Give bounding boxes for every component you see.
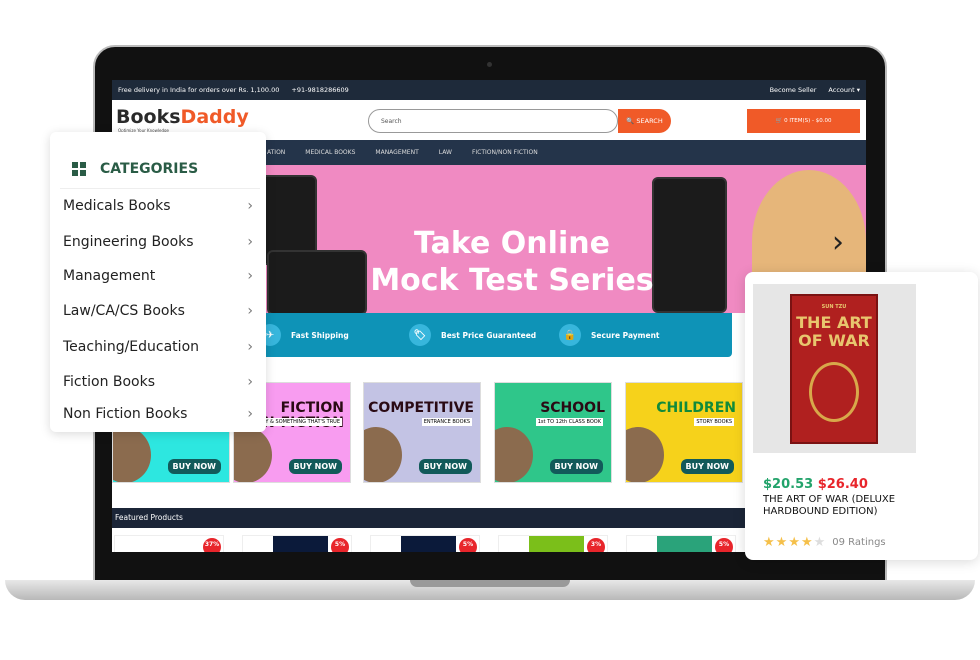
book-cover: SUN TZU THE ART OF WAR	[790, 294, 878, 444]
tile-subtitle: ENTRANCE BOOKS	[421, 418, 472, 426]
phone-link[interactable]: +91-9818286609	[291, 86, 348, 94]
top-bar: Free delivery in India for orders over R…	[112, 80, 866, 100]
category-item[interactable]: Medicals Books ›	[63, 198, 253, 214]
delivery-text: Free delivery in India for orders over R…	[118, 86, 280, 94]
star-rating-icon: ★★★★★	[763, 535, 826, 550]
feature-item: 🏷 Best Price Guaranteed	[405, 324, 555, 346]
camera	[487, 62, 492, 67]
laptop-notch	[410, 580, 570, 587]
category-tile[interactable]: CHILDREN STORY BOOKS BUY NOW	[625, 382, 743, 483]
chevron-right-icon: ›	[247, 406, 253, 422]
product-item[interactable]: 37%	[114, 535, 224, 552]
tile-image	[626, 427, 664, 482]
product-image[interactable]: SUN TZU THE ART OF WAR	[753, 284, 916, 453]
product-card[interactable]: SUN TZU THE ART OF WAR $20.53 $26.40 THE…	[745, 272, 978, 560]
product-item[interactable]: 5%	[626, 535, 736, 552]
category-item[interactable]: Fiction Books ›	[63, 374, 253, 390]
nav-item[interactable]: ATION	[267, 149, 285, 156]
category-item[interactable]: Non Fiction Books ›	[63, 406, 253, 422]
buy-now-button[interactable]: BUY NOW	[288, 459, 342, 474]
account-menu[interactable]: Account ▾	[828, 86, 860, 94]
tile-image	[113, 427, 151, 482]
discount-badge: 37%	[203, 538, 221, 552]
tile-title: COMPETITIVE	[368, 400, 474, 416]
rating: ★★★★★ 09 Ratings	[763, 535, 886, 550]
nav-item-medical[interactable]: MEDICAL BOOKS	[305, 149, 355, 156]
laptop-image	[267, 250, 367, 315]
dragon-emblem	[809, 362, 859, 422]
product-item[interactable]: 3%	[498, 535, 608, 552]
feature-item: 🔒 Secure Payment	[555, 324, 705, 346]
category-item[interactable]: Management ›	[63, 268, 253, 284]
discount-badge: 5%	[331, 538, 349, 552]
chevron-right-icon: ›	[247, 374, 253, 390]
become-seller-link[interactable]: Become Seller	[770, 86, 817, 94]
category-tile[interactable]: SCHOOL 1st TO 12th CLASS BOOK BUY NOW	[494, 382, 612, 483]
next-arrow[interactable]: ›	[832, 225, 844, 260]
tag-icon: 🏷	[409, 324, 431, 346]
features-strip: ✈ Fast Shipping 🏷 Best Price Guaranteed 🔒 S…	[255, 313, 732, 357]
discount-badge: 3%	[587, 538, 605, 552]
discount-badge: 5%	[459, 538, 477, 552]
divider	[60, 188, 260, 189]
nav-item-fiction[interactable]: FICTION/NON FICTION	[472, 149, 538, 156]
tile-title: CHILDREN	[656, 400, 736, 416]
banner-title: Take Online Mock Test Series	[370, 226, 654, 298]
buy-now-button[interactable]: BUY NOW	[418, 459, 472, 474]
buy-now-button[interactable]: BUY NOW	[680, 459, 734, 474]
feature-item: ✈ Fast Shipping	[255, 324, 405, 346]
buy-now-button[interactable]: BUY NOW	[549, 459, 603, 474]
buy-now-button[interactable]: BUY NOW	[167, 459, 221, 474]
chevron-right-icon: ›	[247, 198, 253, 214]
star-icon: ★	[800, 535, 814, 550]
product-thumb	[145, 536, 200, 552]
tile-subtitle: STORY BOOKS	[694, 418, 734, 426]
product-thumb	[529, 536, 584, 552]
star-icon: ★	[763, 535, 776, 550]
grid-icon	[72, 162, 86, 176]
chevron-right-icon: ›	[247, 339, 253, 355]
categories-header: CATEGORIES	[72, 161, 198, 177]
category-item[interactable]: Teaching/Education ›	[63, 339, 253, 355]
cart-button[interactable]: 🛒 0 ITEM(S) - $0.00	[747, 109, 860, 133]
product-thumb	[657, 536, 712, 552]
categories-panel: CATEGORIES Medicals Books › Engineering Bo…	[50, 132, 266, 432]
product-item[interactable]: 5%	[370, 535, 480, 552]
chevron-right-icon: ›	[247, 303, 253, 319]
tile-image	[234, 427, 272, 482]
nav-item-law[interactable]: LAW	[439, 149, 452, 156]
star-icon: ★	[788, 535, 801, 550]
tile-image	[364, 427, 402, 482]
lock-icon: 🔒	[559, 324, 581, 346]
nav-item-management[interactable]: MANAGEMENT	[375, 149, 418, 156]
product-item[interactable]: 5%	[242, 535, 352, 552]
phone-image	[652, 177, 727, 313]
chevron-right-icon: ›	[247, 268, 253, 284]
discount-badge: 5%	[715, 538, 733, 552]
star-icon: ★	[775, 535, 789, 550]
logo[interactable]: BooksDaddy	[116, 106, 249, 128]
chevron-right-icon: ›	[247, 234, 253, 250]
tile-image	[495, 427, 533, 482]
star-icon: ★	[813, 535, 827, 550]
tile-subtitle: 1st TO 12th CLASS BOOK	[535, 418, 603, 426]
product-thumb	[273, 536, 328, 552]
category-item[interactable]: Engineering Books ›	[63, 234, 253, 250]
tile-title: SCHOOL	[540, 400, 605, 416]
search-button[interactable]: 🔍 SEARCH	[618, 109, 671, 133]
category-item[interactable]: Law/CA/CS Books ›	[63, 303, 253, 319]
search-input[interactable]: Search	[368, 109, 618, 133]
category-tile[interactable]: COMPETITIVE ENTRANCE BOOKS BUY NOW	[363, 382, 481, 483]
product-title[interactable]: THE ART OF WAR (DELUXE HARDBOUND EDITION…	[763, 494, 963, 518]
price: $20.53 $26.40	[763, 477, 868, 492]
product-thumb	[401, 536, 456, 552]
